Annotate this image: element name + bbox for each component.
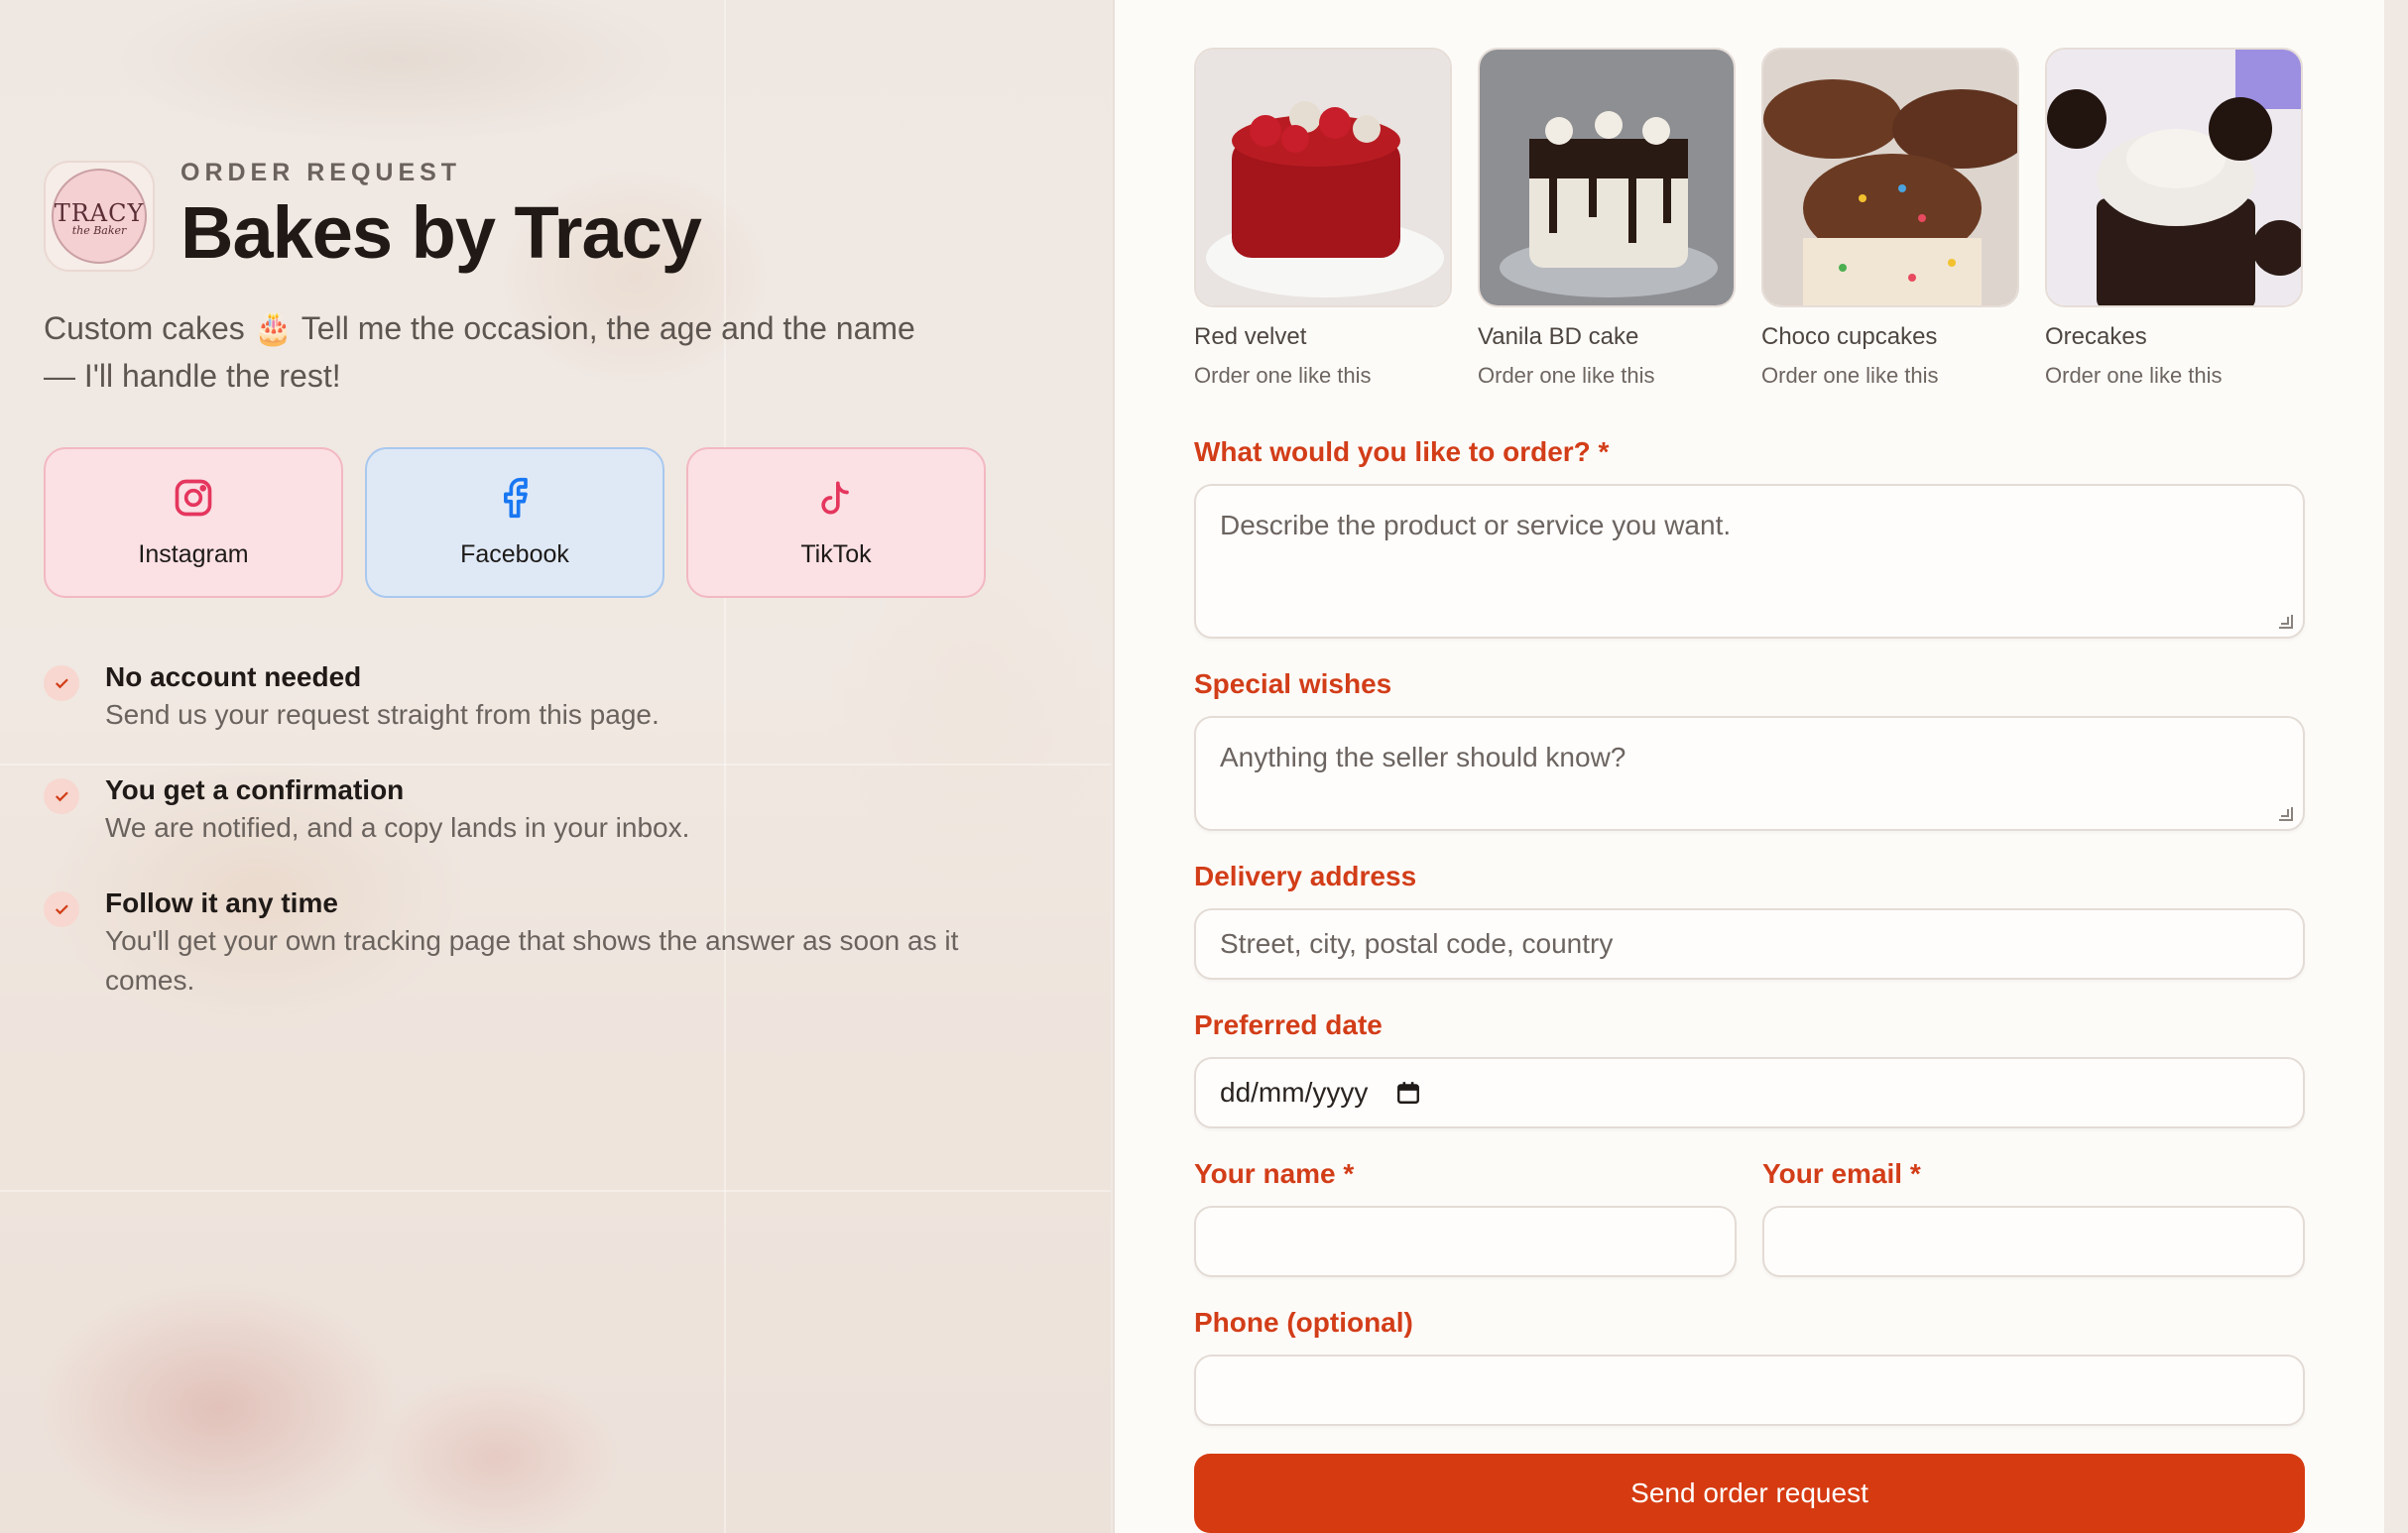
your-email-label: Your email * xyxy=(1762,1158,1921,1189)
name-group: Your name * xyxy=(1194,1158,1737,1277)
resize-handle-icon[interactable] xyxy=(2279,807,2293,821)
product-card: Choco cupcakes Order one like this xyxy=(1761,48,2019,389)
tagline: Custom cakes 🎂 Tell me the occasion, the… xyxy=(44,310,915,394)
product-image-red-velvet[interactable] xyxy=(1194,48,1452,307)
your-name-input[interactable] xyxy=(1194,1206,1737,1277)
instagram-icon xyxy=(172,476,215,527)
special-wishes-label: Special wishes xyxy=(1194,668,1392,699)
product-image-vanila-bd-cake[interactable] xyxy=(1478,48,1736,307)
tiktok-button[interactable]: TikTok xyxy=(686,447,986,598)
brand-logo: TRACY the Baker xyxy=(44,160,155,272)
product-name: Red velvet xyxy=(1194,323,1307,350)
name-email-row: Your name * Your email * xyxy=(1194,1158,2305,1277)
product-card: Vanila BD cake Order one like this xyxy=(1478,48,1736,389)
perk-item: Follow it any time You'll get your own t… xyxy=(44,885,1016,1001)
logo-badge: TRACY the Baker xyxy=(52,168,147,264)
perk-description: Send us your request straight from this … xyxy=(105,699,660,730)
email-group: Your email * xyxy=(1762,1158,2305,1277)
background-divider xyxy=(0,1190,1111,1192)
perk-description: We are notified, and a copy lands in you… xyxy=(105,812,690,843)
product-image-choco-cupcakes[interactable] xyxy=(1761,48,2019,307)
your-email-input[interactable] xyxy=(1762,1206,2305,1277)
phone-label: Phone (optional) xyxy=(1194,1307,1413,1338)
facebook-label: Facebook xyxy=(460,540,569,568)
facebook-button[interactable]: Facebook xyxy=(365,447,664,598)
order-panel: Red velvet Order one like this Vanila BD… xyxy=(1113,0,2384,1533)
delivery-address-label: Delivery address xyxy=(1194,861,1417,891)
delivery-address-placeholder: Street, city, postal code, country xyxy=(1220,928,1614,959)
intro-section: TRACY the Baker ORDER REQUEST Bakes by T… xyxy=(44,159,1016,1001)
instagram-button[interactable]: Instagram xyxy=(44,447,343,598)
send-order-request-button[interactable]: Send order request xyxy=(1194,1454,2305,1533)
tiktok-label: TikTok xyxy=(800,540,872,568)
tiktok-icon xyxy=(814,476,858,527)
delivery-address-input[interactable]: Street, city, postal code, country xyxy=(1194,908,2305,980)
perks-list: No account needed Send us your request s… xyxy=(44,659,1016,1001)
phone-input[interactable] xyxy=(1194,1355,2305,1426)
special-wishes-placeholder: Anything the seller should know? xyxy=(1220,742,1626,772)
order-textarea[interactable]: Describe the product or service you want… xyxy=(1194,484,2305,639)
date-placeholder: dd/mm/yyyy xyxy=(1220,1077,1369,1108)
product-card: Orecakes Order one like this xyxy=(2045,48,2303,389)
preferred-date-input[interactable]: dd/mm/yyyy xyxy=(1194,1057,2305,1128)
check-icon xyxy=(44,891,79,927)
logo-text: TRACY xyxy=(54,198,145,227)
order-label: What would you like to order? * xyxy=(1194,436,1610,467)
order-placeholder: Describe the product or service you want… xyxy=(1220,510,1732,540)
preferred-date-label: Preferred date xyxy=(1194,1009,1383,1040)
perk-item: No account needed Send us your request s… xyxy=(44,659,1016,735)
brand-text: ORDER REQUEST Bakes by Tracy xyxy=(181,159,702,274)
order-like-this-link[interactable]: Order one like this xyxy=(1478,363,1736,389)
facebook-icon xyxy=(493,476,537,527)
product-name: Orecakes xyxy=(2045,323,2147,350)
instagram-label: Instagram xyxy=(138,540,249,568)
product-gallery: Red velvet Order one like this Vanila BD… xyxy=(1194,48,2303,389)
order-like-this-link[interactable]: Order one like this xyxy=(1194,363,1452,389)
perk-item: You get a confirmation We are notified, … xyxy=(44,772,1016,848)
product-image-orecakes[interactable] xyxy=(2045,48,2303,307)
perk-title: Follow it any time xyxy=(105,887,338,918)
order-like-this-link[interactable]: Order one like this xyxy=(1761,363,2019,389)
special-wishes-textarea[interactable]: Anything the seller should know? xyxy=(1194,716,2305,831)
page-title: Bakes by Tracy xyxy=(181,191,702,274)
eyebrow-label: ORDER REQUEST xyxy=(181,159,462,186)
product-name: Vanila BD cake xyxy=(1478,323,1639,350)
perk-title: No account needed xyxy=(105,661,362,692)
order-form: What would you like to order? * Describe… xyxy=(1194,436,2305,1533)
calendar-icon[interactable] xyxy=(1395,1080,1421,1106)
logo-subtext: the Baker xyxy=(71,223,127,237)
social-links: Instagram Facebook TikTok xyxy=(44,447,1016,598)
product-name: Choco cupcakes xyxy=(1761,323,1938,350)
your-name-label: Your name * xyxy=(1194,1158,1355,1189)
resize-handle-icon[interactable] xyxy=(2279,615,2293,629)
check-icon xyxy=(44,665,79,701)
brand-header: TRACY the Baker ORDER REQUEST Bakes by T… xyxy=(44,159,1016,273)
perk-description: You'll get your own tracking page that s… xyxy=(105,925,959,996)
product-card: Red velvet Order one like this xyxy=(1194,48,1452,389)
check-icon xyxy=(44,778,79,814)
order-like-this-link[interactable]: Order one like this xyxy=(2045,363,2303,389)
perk-title: You get a confirmation xyxy=(105,774,405,805)
